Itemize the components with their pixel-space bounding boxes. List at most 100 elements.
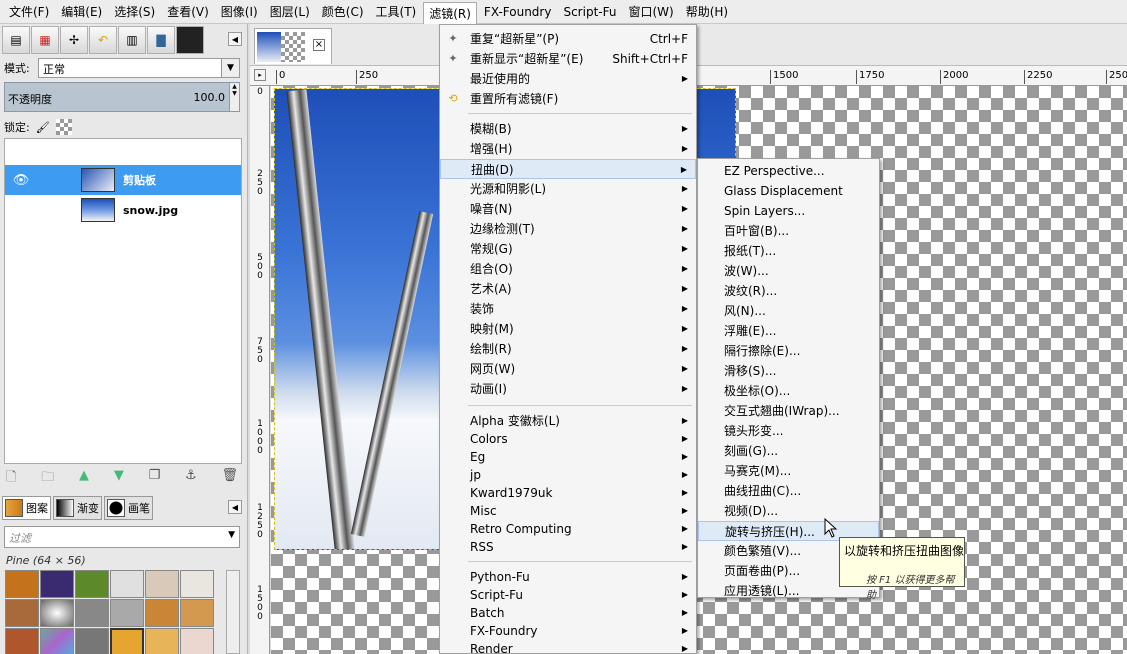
menu-item[interactable]: 文件(F): [4, 1, 54, 22]
menu-item[interactable]: Glass Displacement: [698, 181, 879, 201]
menu-item[interactable]: 装饰 ▶: [440, 299, 696, 319]
menu-item[interactable]: 极坐标(O)...: [698, 381, 879, 401]
navigate-icon[interactable]: ▸: [254, 69, 266, 81]
menu-item[interactable]: 重复“超新星”(P) ✦ Ctrl+F: [440, 29, 696, 49]
menu-item[interactable]: 颜色(C): [317, 1, 369, 22]
pattern-swatch[interactable]: [75, 599, 109, 627]
menu-item[interactable]: 查看(V): [162, 1, 214, 22]
menu-item[interactable]: 交互式翘曲(IWrap)...: [698, 401, 879, 421]
pattern-swatch[interactable]: [40, 570, 74, 598]
device-status-tab-icon[interactable]: ▥: [118, 26, 146, 54]
lock-pixels-icon[interactable]: 🖌: [36, 121, 50, 134]
menu-item[interactable]: 选择(S): [109, 1, 160, 22]
menu-item[interactable]: jp ▶: [440, 465, 696, 485]
menu-item[interactable]: 图层(L): [265, 1, 315, 22]
menu-item[interactable]: 隔行擦除(E)...: [698, 341, 879, 361]
dock-menu-icon[interactable]: ◀: [228, 32, 242, 46]
pattern-swatch[interactable]: [75, 570, 109, 598]
menu-item[interactable]: Colors ▶: [440, 429, 696, 449]
channels-tab-icon[interactable]: ▦: [31, 26, 59, 54]
raise-layer-icon[interactable]: ▲: [79, 468, 89, 486]
menu-item[interactable]: FX-Foundry: [479, 3, 557, 21]
opacity-spinner-icon[interactable]: ▲ ▼: [229, 83, 239, 111]
menu-item[interactable]: 滑移(S)...: [698, 361, 879, 381]
new-layer-group-icon[interactable]: 🗀: [41, 468, 54, 486]
menu-item[interactable]: 报纸(T)...: [698, 241, 879, 261]
menu-item[interactable]: 重置所有滤镜(F) ⟲: [440, 89, 696, 109]
menu-item[interactable]: 图像(I): [216, 1, 263, 22]
delete-layer-icon[interactable]: 🗑: [221, 468, 238, 486]
menu-item[interactable]: 刻画(G)...: [698, 441, 879, 461]
menu-item[interactable]: Batch ▶: [440, 603, 696, 623]
menu-item[interactable]: 马赛克(M)...: [698, 461, 879, 481]
menu-item[interactable]: 艺术(A) ▶: [440, 279, 696, 299]
menu-item[interactable]: 百叶窗(B)...: [698, 221, 879, 241]
paths-tab-icon[interactable]: ✢: [60, 26, 88, 54]
pattern-swatch[interactable]: [110, 628, 144, 654]
pattern-swatch[interactable]: [180, 570, 214, 598]
image-tab[interactable]: ×: [254, 28, 332, 64]
pattern-swatch[interactable]: [180, 599, 214, 627]
menu-item[interactable]: 窗口(W): [623, 1, 678, 22]
pattern-swatch[interactable]: [145, 628, 179, 654]
close-icon[interactable]: ×: [313, 39, 325, 51]
menu-item[interactable]: 重新显示“超新星”(E) ✦ Shift+Ctrl+F: [440, 49, 696, 69]
pattern-swatch[interactable]: [180, 628, 214, 654]
pattern-swatch[interactable]: [145, 599, 179, 627]
pattern-swatch[interactable]: [145, 570, 179, 598]
menu-item[interactable]: 网页(W) ▶: [440, 359, 696, 379]
menu-item[interactable]: EZ Perspective...: [698, 161, 879, 181]
menu-item[interactable]: 波(W)...: [698, 261, 879, 281]
eye-icon[interactable]: [9, 198, 33, 222]
menu-item[interactable]: Eg ▶: [440, 447, 696, 467]
menu-item[interactable]: 映射(M) ▶: [440, 319, 696, 339]
menu-item[interactable]: 常规(G) ▶: [440, 239, 696, 259]
menu-item[interactable]: 帮助(H): [681, 1, 733, 22]
menu-item[interactable]: Render ▶: [440, 639, 696, 654]
histogram-tab-icon[interactable]: ▇: [147, 26, 175, 54]
menu-item[interactable]: 噪音(N) ▶: [440, 199, 696, 219]
menu-item[interactable]: 组合(O) ▶: [440, 259, 696, 279]
menu-item[interactable]: Spin Layers...: [698, 201, 879, 221]
pattern-scrollbar[interactable]: [226, 570, 240, 654]
pattern-swatch[interactable]: [110, 570, 144, 598]
menu-item[interactable]: 光源和阴影(L) ▶: [440, 179, 696, 199]
opacity-slider[interactable]: 不透明度 100.0 ▲ ▼: [4, 82, 240, 112]
pattern-swatch[interactable]: [5, 570, 39, 598]
colors-tab-icon[interactable]: [176, 26, 204, 54]
menu-item[interactable]: 动画(I) ▶: [440, 379, 696, 399]
menu-item[interactable]: 最近使用的 ▶: [440, 69, 696, 89]
mode-select[interactable]: 正常 ▼: [38, 58, 240, 78]
menu-item[interactable]: 模糊(B) ▶: [440, 119, 696, 139]
menu-item[interactable]: Kward1979uk ▶: [440, 483, 696, 503]
eye-icon[interactable]: 👁: [9, 168, 33, 192]
menu-item[interactable]: 浮雕(E)...: [698, 321, 879, 341]
menu-item[interactable]: 边缘检测(T) ▶: [440, 219, 696, 239]
menu-item[interactable]: 波纹(R)...: [698, 281, 879, 301]
tab-patterns[interactable]: 图案: [2, 496, 51, 520]
menu-item[interactable]: 镜头形变...: [698, 421, 879, 441]
layer-row[interactable]: snow.jpg: [5, 195, 241, 225]
pattern-filter-input[interactable]: 过滤 ▼: [4, 526, 240, 548]
pattern-swatch[interactable]: [40, 599, 74, 627]
menu-item[interactable]: 视频(D)...: [698, 501, 879, 521]
layer-row[interactable]: 👁 剪贴板: [5, 165, 241, 195]
menu-item[interactable]: Script-Fu: [558, 3, 621, 21]
menu-item[interactable]: 增强(H) ▶: [440, 139, 696, 159]
duplicate-layer-icon[interactable]: ❐: [149, 468, 161, 486]
menu-item[interactable]: 风(N)...: [698, 301, 879, 321]
menu-item[interactable]: RSS ▶: [440, 537, 696, 557]
pattern-swatch[interactable]: [5, 599, 39, 627]
menu-item[interactable]: 扭曲(D) ▶: [440, 159, 696, 179]
menu-item[interactable]: 绘制(R) ▶: [440, 339, 696, 359]
menu-item[interactable]: 编辑(E): [56, 1, 107, 22]
lower-layer-icon[interactable]: ▼: [114, 468, 124, 486]
menu-item[interactable]: Alpha 变徽标(L) ▶: [440, 411, 696, 431]
dock-menu-icon[interactable]: ◀: [228, 500, 242, 514]
layers-tab-icon[interactable]: ▤: [2, 26, 30, 54]
pattern-swatch[interactable]: [40, 628, 74, 654]
menu-item[interactable]: Retro Computing ▶: [440, 519, 696, 539]
new-layer-icon[interactable]: 🗋: [6, 468, 16, 486]
pattern-swatch[interactable]: [110, 599, 144, 627]
tab-brushes[interactable]: 画笔: [104, 496, 153, 520]
